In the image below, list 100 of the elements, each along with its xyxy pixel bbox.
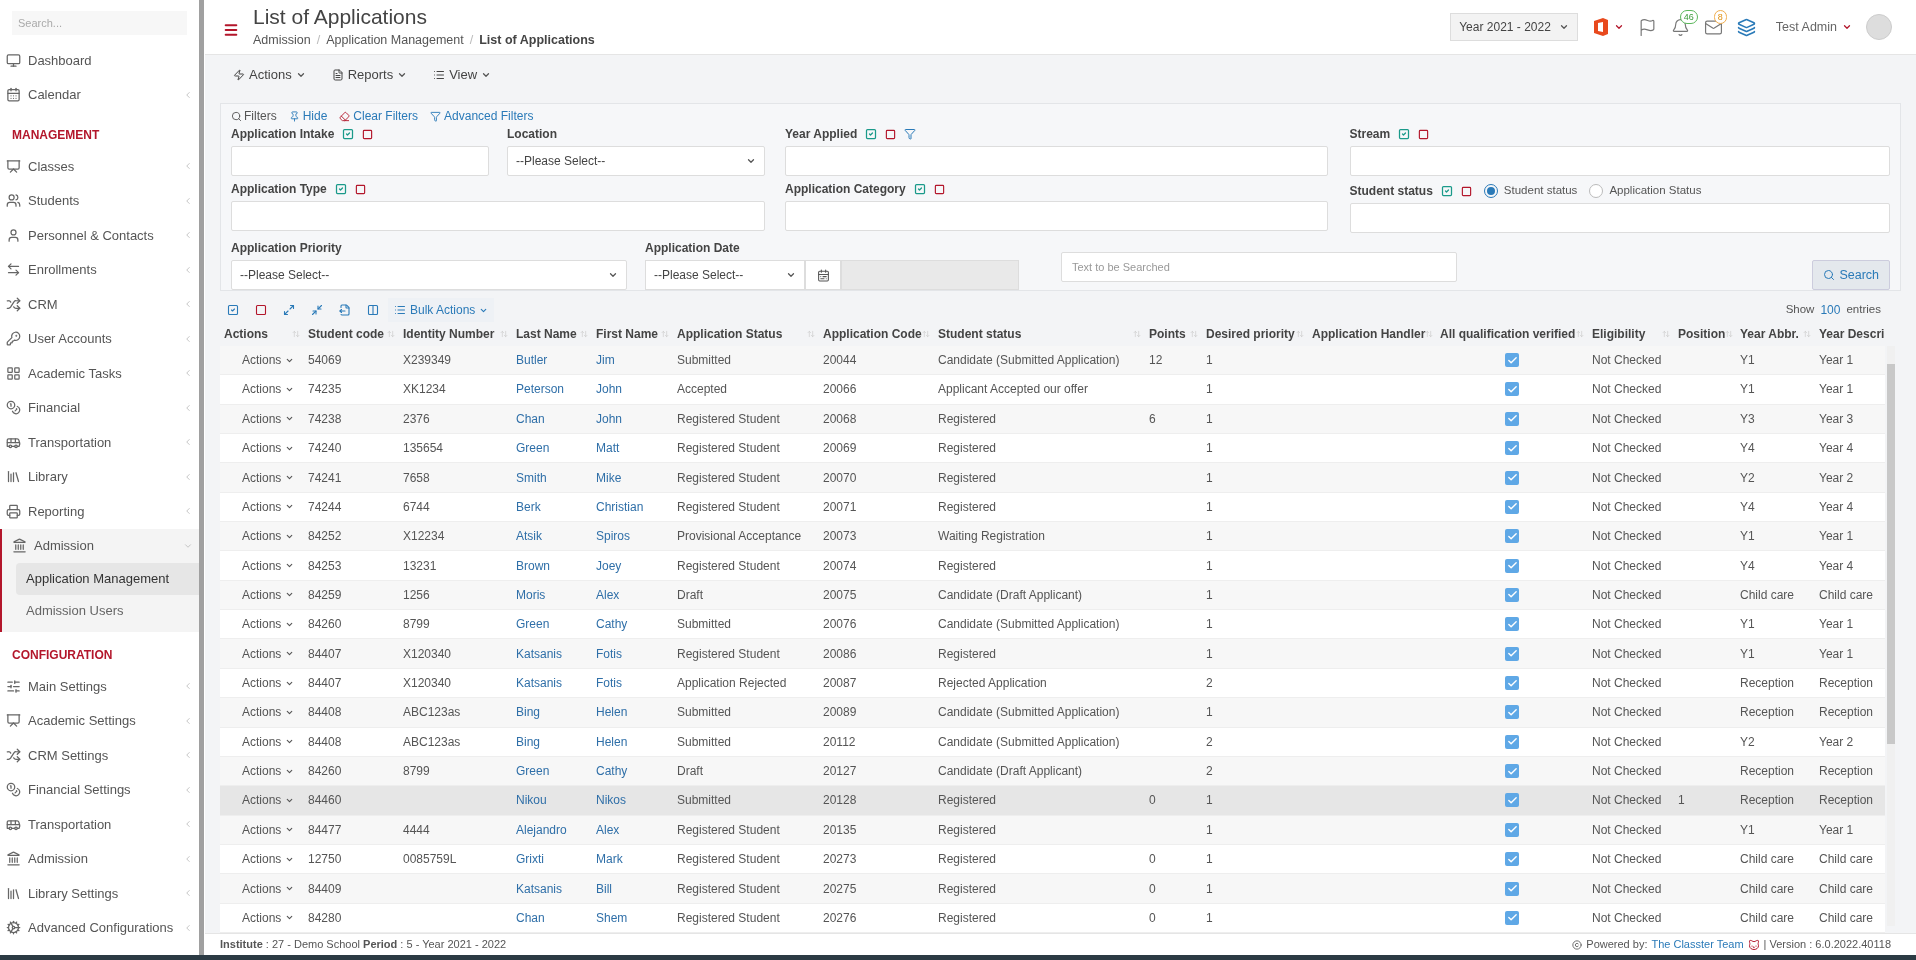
clear-selection-icon[interactable] — [1418, 128, 1430, 140]
filter-icon[interactable] — [904, 128, 917, 140]
team-link[interactable]: The Classter Team — [1651, 936, 1744, 953]
sort-icon[interactable] — [1296, 330, 1304, 339]
table-row[interactable]: Actions 84280 Chan Shem Registered Student 20276 Registered 0 1 Not Checked Child care Child care — [220, 903, 1885, 934]
clear-selection-icon[interactable] — [1460, 185, 1472, 197]
page-size-select[interactable]: 100 — [1820, 301, 1841, 319]
column-header[interactable]: Application Handler — [1312, 325, 1426, 344]
name-link[interactable]: Mike — [596, 468, 622, 487]
name-link[interactable]: John — [596, 380, 623, 399]
columns-icon[interactable] — [367, 304, 379, 316]
column-header[interactable]: All qualification verified — [1440, 325, 1576, 344]
radio-button[interactable] — [1589, 184, 1604, 198]
name-link[interactable]: Katsanis — [516, 674, 563, 692]
search-field[interactable]: Search... — [12, 11, 187, 35]
sort-icon[interactable] — [500, 330, 508, 339]
actions-dropdown[interactable]: Actions — [242, 762, 295, 781]
search-field[interactable]: Text to be Searched — [1061, 252, 1457, 282]
checkbox[interactable] — [1505, 558, 1519, 573]
table-row[interactable]: Actions 84259 1256 Moris Alex Draft 20075 Candidate (Draft Applicant) 1 Not Checked Child care Child care — [220, 580, 1885, 611]
sidebar-item[interactable]: Advanced Configurations — [0, 910, 199, 945]
name-link[interactable]: Helen — [596, 732, 628, 751]
sort-icon[interactable] — [1662, 330, 1670, 339]
text-field[interactable] — [785, 146, 1328, 176]
collapse-icon[interactable] — [311, 304, 323, 316]
sidebar-item[interactable]: Academic Settings — [0, 703, 199, 738]
select-all-icon[interactable] — [1440, 185, 1453, 197]
name-link[interactable]: Peterson — [516, 380, 565, 399]
select-all-icon[interactable] — [342, 128, 355, 140]
sidebar-item[interactable]: Transportation — [0, 425, 199, 460]
checkbox[interactable] — [1505, 353, 1519, 368]
column-header[interactable]: Position — [1678, 325, 1726, 344]
name-link[interactable]: Green — [516, 439, 550, 458]
bulk-actions-button[interactable]: Bulk Actions — [388, 298, 495, 322]
name-link[interactable]: Katsanis — [516, 879, 563, 898]
toolbar-button[interactable]: View — [427, 61, 498, 89]
sidebar-item[interactable]: Students — [0, 183, 199, 218]
text-field[interactable] — [231, 146, 489, 176]
name-link[interactable]: Matt — [596, 439, 620, 458]
name-link[interactable]: Spiros — [596, 527, 630, 546]
column-header[interactable]: Year Descri — [1819, 325, 1885, 344]
actions-dropdown[interactable]: Actions — [242, 674, 295, 692]
checkbox[interactable] — [1505, 793, 1519, 808]
sidebar-item[interactable]: CRM Settings — [0, 738, 199, 773]
table-row[interactable]: Actions 54069 X239349 Butler Jim Submitted 20044 Candidate (Submitted Application) 12 1 Not Checked Y1 Year 1 — [220, 345, 1885, 376]
sidebar-item[interactable]: Library Settings — [0, 876, 199, 911]
sidebar-item[interactable]: Reporting — [0, 494, 199, 529]
checkbox[interactable] — [1505, 734, 1519, 749]
name-link[interactable]: Katsanis — [516, 644, 563, 663]
layers-icon[interactable] — [1736, 17, 1756, 37]
column-header[interactable]: Points — [1149, 325, 1186, 344]
breadcrumb-link[interactable]: Application Management — [326, 30, 464, 50]
checkbox[interactable] — [1505, 470, 1519, 485]
name-link[interactable]: Brown — [516, 556, 550, 575]
sort-icon[interactable] — [292, 330, 300, 339]
table-row[interactable]: Actions 84460 Nikou Nikos Submitted 20128 Registered 0 1 Not Checked 1 Reception Reception — [220, 786, 1885, 816]
sidebar-item[interactable]: Financial — [0, 390, 199, 425]
column-header[interactable]: Year Abbr. — [1740, 325, 1799, 344]
column-header[interactable]: Actions — [224, 325, 268, 344]
sidebar-item[interactable]: Admission — [0, 841, 199, 876]
column-header[interactable]: Last Name — [516, 325, 577, 344]
sort-icon[interactable] — [1576, 330, 1584, 339]
checkbox[interactable] — [1505, 764, 1519, 779]
hide-filters-link[interactable]: Hide — [288, 107, 328, 125]
checkbox[interactable] — [1505, 529, 1519, 544]
actions-dropdown[interactable]: Actions — [242, 468, 295, 487]
name-link[interactable]: Mark — [596, 850, 623, 869]
checkbox[interactable] — [1505, 910, 1519, 925]
sidebar-item[interactable]: Main Settings — [0, 669, 199, 704]
actions-dropdown[interactable]: Actions — [242, 820, 295, 839]
name-link[interactable]: Alex — [596, 585, 620, 604]
checkbox[interactable] — [1505, 411, 1519, 426]
select-dropdown[interactable]: --Please Select-- — [231, 260, 627, 290]
check-all-icon[interactable] — [227, 304, 239, 316]
actions-dropdown[interactable]: Actions — [242, 732, 295, 751]
sort-icon[interactable] — [580, 330, 588, 339]
checkbox[interactable] — [1505, 646, 1519, 661]
year-dropdown[interactable]: Year 2021 - 2022 — [1450, 13, 1578, 41]
name-link[interactable]: Chan — [516, 409, 545, 428]
name-link[interactable]: Bing — [516, 703, 541, 722]
toolbar-button[interactable]: Reports — [325, 61, 414, 89]
column-header[interactable]: Eligibility — [1592, 325, 1646, 344]
actions-dropdown[interactable]: Actions — [242, 703, 295, 722]
actions-dropdown[interactable]: Actions — [242, 791, 295, 810]
checkbox[interactable] — [1505, 617, 1519, 632]
table-row[interactable]: Actions 84252 X12234 Atsik Spiros Provisional Acceptance 20073 Waiting Registration 1 Not Checked Y1 Year 1 — [220, 522, 1885, 552]
sort-icon[interactable] — [1803, 330, 1811, 339]
select-all-icon[interactable] — [865, 128, 878, 140]
actions-dropdown[interactable]: Actions — [242, 351, 295, 370]
sidebar-item[interactable]: CRM — [0, 287, 199, 322]
name-link[interactable]: Fotis — [596, 674, 622, 692]
sort-icon[interactable] — [661, 330, 669, 339]
scrollbar[interactable] — [1887, 364, 1895, 744]
name-link[interactable]: Berk — [516, 497, 541, 516]
checkbox[interactable] — [1505, 499, 1519, 514]
actions-dropdown[interactable]: Actions — [242, 585, 295, 604]
name-link[interactable]: Alex — [596, 820, 620, 839]
calendar-button[interactable] — [805, 260, 841, 290]
actions-dropdown[interactable]: Actions — [242, 439, 295, 458]
clear-selection-icon[interactable] — [933, 183, 945, 195]
